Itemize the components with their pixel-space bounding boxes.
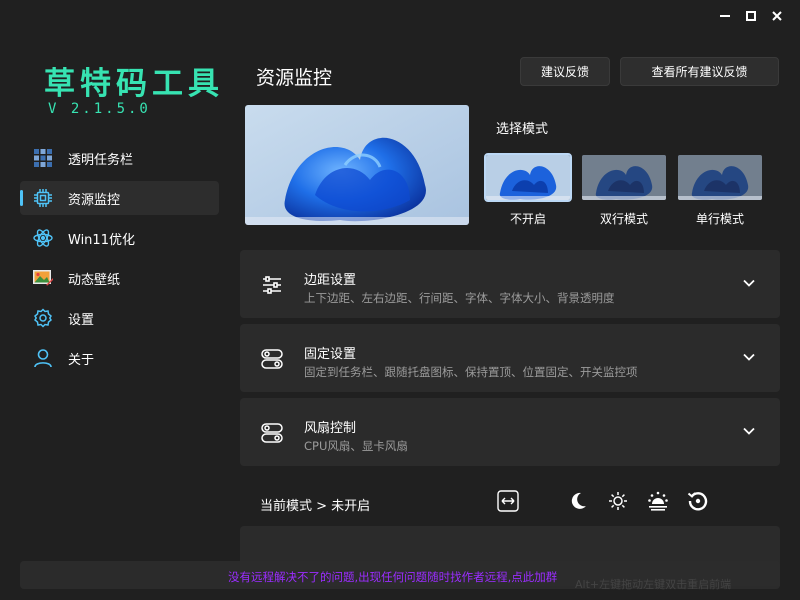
mode-thumbnail-taskbar <box>486 196 570 200</box>
sidebar-item-transparent-taskbar[interactable]: 透明任务栏 <box>20 141 219 175</box>
preview-taskbar <box>245 217 469 225</box>
toggle-icon <box>261 423 283 443</box>
join-group-link[interactable]: 没有远程解决不了的问题,出现任何问题随时找作者远程,点此加群 <box>228 569 557 585</box>
mode-select-title: 选择模式 <box>496 122 549 137</box>
background-hint-text: Alt+左键拖动左键双击重启前端 <box>575 578 732 591</box>
maximize-icon <box>746 11 756 21</box>
win11-bloom-wallpaper <box>245 105 469 225</box>
sidebar-item-label: 资源监控 <box>68 192 121 208</box>
fixed-settings-expander[interactable]: 固定设置 固定到任务栏、跟随托盘图标、保持置顶、位置固定、开关监控项 <box>240 324 780 392</box>
gear-icon <box>32 307 54 329</box>
mode-option-double-line[interactable] <box>582 155 666 200</box>
atom-icon <box>32 227 54 249</box>
mode-thumbnail-taskbar <box>582 196 666 200</box>
close-button[interactable] <box>764 6 790 26</box>
mode-thumbnail-dim <box>678 155 762 200</box>
sidebar-item-label: 动态壁纸 <box>68 272 121 288</box>
feedback-button[interactable]: 建议反馈 <box>520 57 610 86</box>
mode-thumbnail <box>486 155 570 200</box>
mode-option-label: 双行模式 <box>599 212 648 226</box>
sidebar-item-label: 透明任务栏 <box>68 152 134 168</box>
sidebar-item-resource-monitor[interactable]: 资源监控 <box>20 181 219 215</box>
chevron-down-icon <box>743 427 755 435</box>
card-title: 边距设置 <box>304 273 357 288</box>
wallpaper-icon <box>32 267 54 289</box>
mode-option-label: 单行模式 <box>695 212 744 226</box>
mode-option-off[interactable] <box>484 153 572 202</box>
current-mode-status: 当前模式 > 未开启 <box>260 499 371 514</box>
fan-control-expander[interactable]: 风扇控制 CPU风扇、显卡风扇 <box>240 398 780 466</box>
card-subtitle: 上下边距、左右边距、行间距、字体、字体大小、背景透明度 <box>304 291 615 305</box>
dark-theme-button[interactable] <box>566 489 590 513</box>
reset-icon <box>687 492 708 511</box>
resize-arrows-icon <box>497 490 519 512</box>
toggle-icon <box>261 349 283 369</box>
minimize-button[interactable] <box>712 6 738 26</box>
mode-option-label: 不开启 <box>509 212 546 226</box>
mode-thumbnail-dim <box>582 155 666 200</box>
card-title: 风扇控制 <box>304 421 357 436</box>
sidebar-nav: 透明任务栏 资源监控 Win11优化 动态壁纸 设置 关于 <box>20 141 219 381</box>
brightness-icon <box>648 491 668 511</box>
minimize-icon <box>720 15 730 17</box>
brightness-button[interactable] <box>646 489 670 513</box>
maximize-button[interactable] <box>738 6 764 26</box>
cpu-chip-icon <box>32 187 54 209</box>
app-version: V 2.1.5.0 <box>48 101 151 117</box>
sidebar-item-label: 设置 <box>68 312 95 328</box>
mode-option-single-line[interactable] <box>678 155 762 200</box>
window-controls <box>712 6 790 26</box>
card-title: 固定设置 <box>304 347 357 362</box>
reset-button[interactable] <box>686 489 710 513</box>
transparent-taskbar-icon <box>32 147 54 169</box>
moon-icon <box>571 492 586 509</box>
close-icon <box>772 11 782 21</box>
resize-button[interactable] <box>496 489 520 513</box>
sidebar-item-label: Win11优化 <box>68 232 135 248</box>
margin-settings-expander[interactable]: 边距设置 上下边距、左右边距、行间距、字体、字体大小、背景透明度 <box>240 250 780 318</box>
chevron-down-icon <box>743 353 755 361</box>
chevron-down-icon <box>743 279 755 287</box>
card-subtitle: CPU风扇、显卡风扇 <box>304 439 408 453</box>
app-title: 草特码工具 <box>44 66 224 102</box>
light-theme-button[interactable] <box>606 489 630 513</box>
taskbar-preview-image <box>245 105 469 225</box>
view-all-feedback-button[interactable]: 查看所有建议反馈 <box>620 57 779 86</box>
user-icon <box>32 347 54 369</box>
sliders-icon <box>263 276 281 294</box>
sun-icon <box>609 492 627 510</box>
card-subtitle: 固定到任务栏、跟随托盘图标、保持置顶、位置固定、开关监控项 <box>304 365 638 379</box>
sidebar-item-win11-optimize[interactable]: Win11优化 <box>20 221 219 255</box>
sidebar-item-about[interactable]: 关于 <box>20 341 219 375</box>
sidebar-item-settings[interactable]: 设置 <box>20 301 219 335</box>
mode-thumbnail-taskbar <box>678 196 762 200</box>
page-title: 资源监控 <box>256 67 333 89</box>
sidebar-item-dynamic-wallpaper[interactable]: 动态壁纸 <box>20 261 219 295</box>
sidebar-item-label: 关于 <box>68 352 95 368</box>
